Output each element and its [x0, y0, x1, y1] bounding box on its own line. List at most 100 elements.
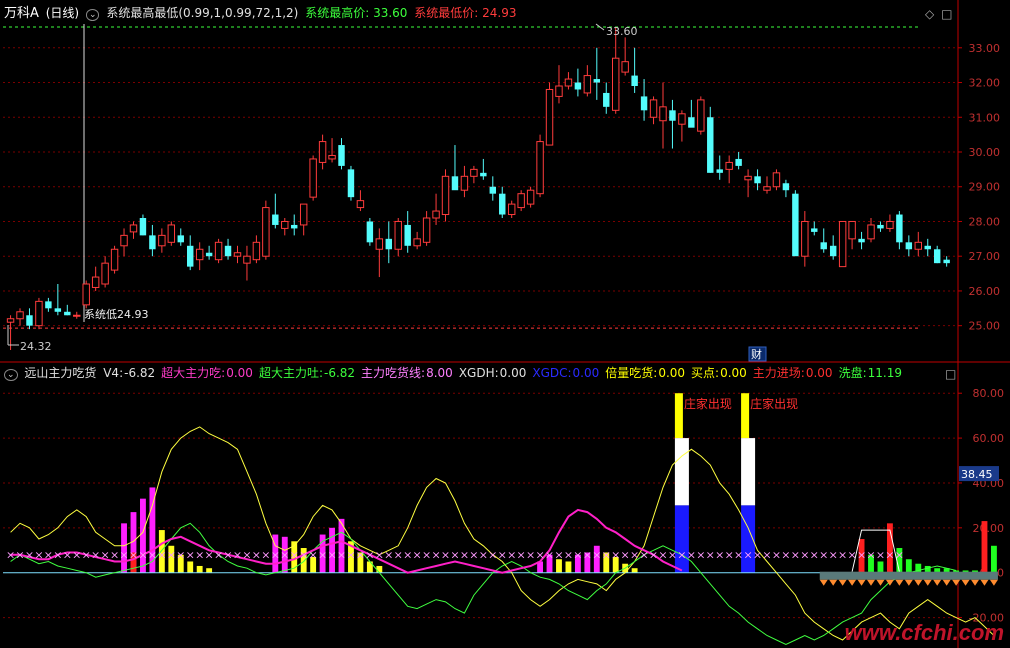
wash-triangle [942, 579, 951, 586]
candle-body [413, 238, 421, 247]
cross-marker: × [829, 549, 838, 562]
bottom-right-icon[interactable]: □ [945, 367, 956, 381]
candle-body [110, 248, 119, 271]
candle-body [394, 220, 402, 250]
cross-marker: × [233, 549, 242, 562]
cross-marker: × [488, 549, 497, 562]
price-tick-label: 31.00 [969, 111, 1001, 124]
bottom-collapse-icon[interactable]: ⌄ [4, 369, 18, 381]
candle-body [886, 220, 894, 229]
cross-marker: × [668, 549, 677, 562]
candle-body [669, 110, 676, 121]
wash-triangle [838, 579, 847, 586]
candle-body [91, 276, 100, 288]
wash-triangle [848, 579, 857, 586]
cross-marker: × [441, 549, 450, 562]
candle-body [139, 218, 147, 236]
period-label[interactable]: (日线) [46, 6, 79, 20]
candle-body [26, 315, 33, 326]
cross-marker: × [129, 549, 138, 562]
candle-body [707, 117, 714, 173]
candle-body [583, 75, 592, 94]
indicator-bar [924, 565, 931, 573]
cross-marker: × [479, 549, 488, 562]
candle-body [404, 224, 411, 246]
cross-marker: × [176, 549, 185, 562]
cross-marker: × [138, 549, 147, 562]
xgdc-bar [674, 505, 689, 573]
cross-marker: × [365, 549, 374, 562]
indicator-bar [981, 521, 988, 573]
wash-triangle [923, 579, 932, 586]
cross-marker: × [34, 549, 43, 562]
candle-body [205, 252, 213, 257]
cross-marker: × [639, 549, 648, 562]
stock-chart[interactable]: 25.00 26.00 27.00 28.00 29.00 30.00 31.00 32.00… [0, 0, 1010, 648]
candle-body [820, 242, 827, 250]
cross-marker: × [687, 549, 696, 562]
wash-triangle [961, 579, 970, 586]
cross-marker: × [649, 549, 658, 562]
wash-triangle [904, 579, 913, 586]
indicator-item-0: V4:-6.82 [103, 366, 158, 380]
cross-marker: × [413, 549, 422, 562]
cai-badge: 财 [751, 347, 762, 361]
collapse-icon[interactable]: ⌄ [85, 9, 100, 21]
wash-triangle [867, 579, 876, 586]
candle-body [470, 168, 478, 177]
candle-body [101, 262, 109, 285]
high-label: 系统最高价: [305, 6, 370, 20]
candle-body [838, 220, 847, 268]
indicator-item-5: XGDC:0.00 [532, 366, 602, 380]
candle-body [441, 175, 450, 216]
cross-marker: × [791, 549, 800, 562]
candle-body [735, 158, 742, 166]
candle-body [507, 203, 516, 216]
candle-body [517, 193, 525, 209]
candle-body [318, 141, 327, 163]
indicator-label: V4: [103, 366, 124, 380]
cross-marker: × [6, 549, 15, 562]
indicator-bar [990, 545, 997, 573]
stock-name[interactable]: 万科A [4, 6, 39, 21]
wash-triangle [989, 579, 998, 586]
candle-body [35, 300, 43, 327]
cross-marker: × [15, 549, 24, 562]
candle-body [195, 248, 204, 261]
candle-body [291, 224, 298, 229]
candle-body [829, 245, 837, 257]
pink-line [10, 508, 683, 574]
square-icon[interactable]: □ [941, 7, 952, 21]
indicator-item-2: 超大主力吐:-6.82 [259, 366, 358, 380]
wash-triangle [895, 579, 904, 586]
cross-marker: × [110, 549, 119, 562]
cross-marker: × [327, 549, 336, 562]
cross-marker: × [205, 549, 214, 562]
candle-body [375, 238, 384, 250]
low-label: 系统最低价: [414, 6, 479, 20]
indicator-label: 主力进场: [752, 366, 805, 380]
bottom-indicator-name[interactable]: 远山主力吃货 [24, 366, 96, 380]
indicator-value: 0.00 [658, 366, 686, 380]
wash-triangle [933, 579, 942, 586]
zhuang-label-2: 庄家出现 [750, 396, 798, 411]
candle-body [328, 154, 336, 160]
diamond-icon[interactable]: ◇ [925, 7, 934, 21]
candle-body [688, 117, 695, 128]
candle-body [214, 241, 223, 261]
candle-body [858, 238, 865, 243]
candle-body [811, 228, 818, 232]
indicator-value: 11.19 [867, 366, 902, 380]
cross-marker: × [157, 549, 166, 562]
ind-tick-label: 80.00 [973, 387, 1005, 400]
wash-base-strip [819, 571, 998, 580]
top-indicator-name[interactable]: 系统最高最低(0.99,1,0.99,72,1,2) [106, 6, 298, 20]
candle-body [678, 113, 686, 125]
candle-body [451, 176, 459, 191]
indicator-value: 0.00 [499, 366, 527, 380]
candle-body [716, 169, 723, 173]
cross-marker: × [309, 549, 318, 562]
indicator-value: 0.00 [226, 366, 253, 380]
zhuang-column-top [674, 393, 683, 439]
cross-marker: × [592, 549, 601, 562]
